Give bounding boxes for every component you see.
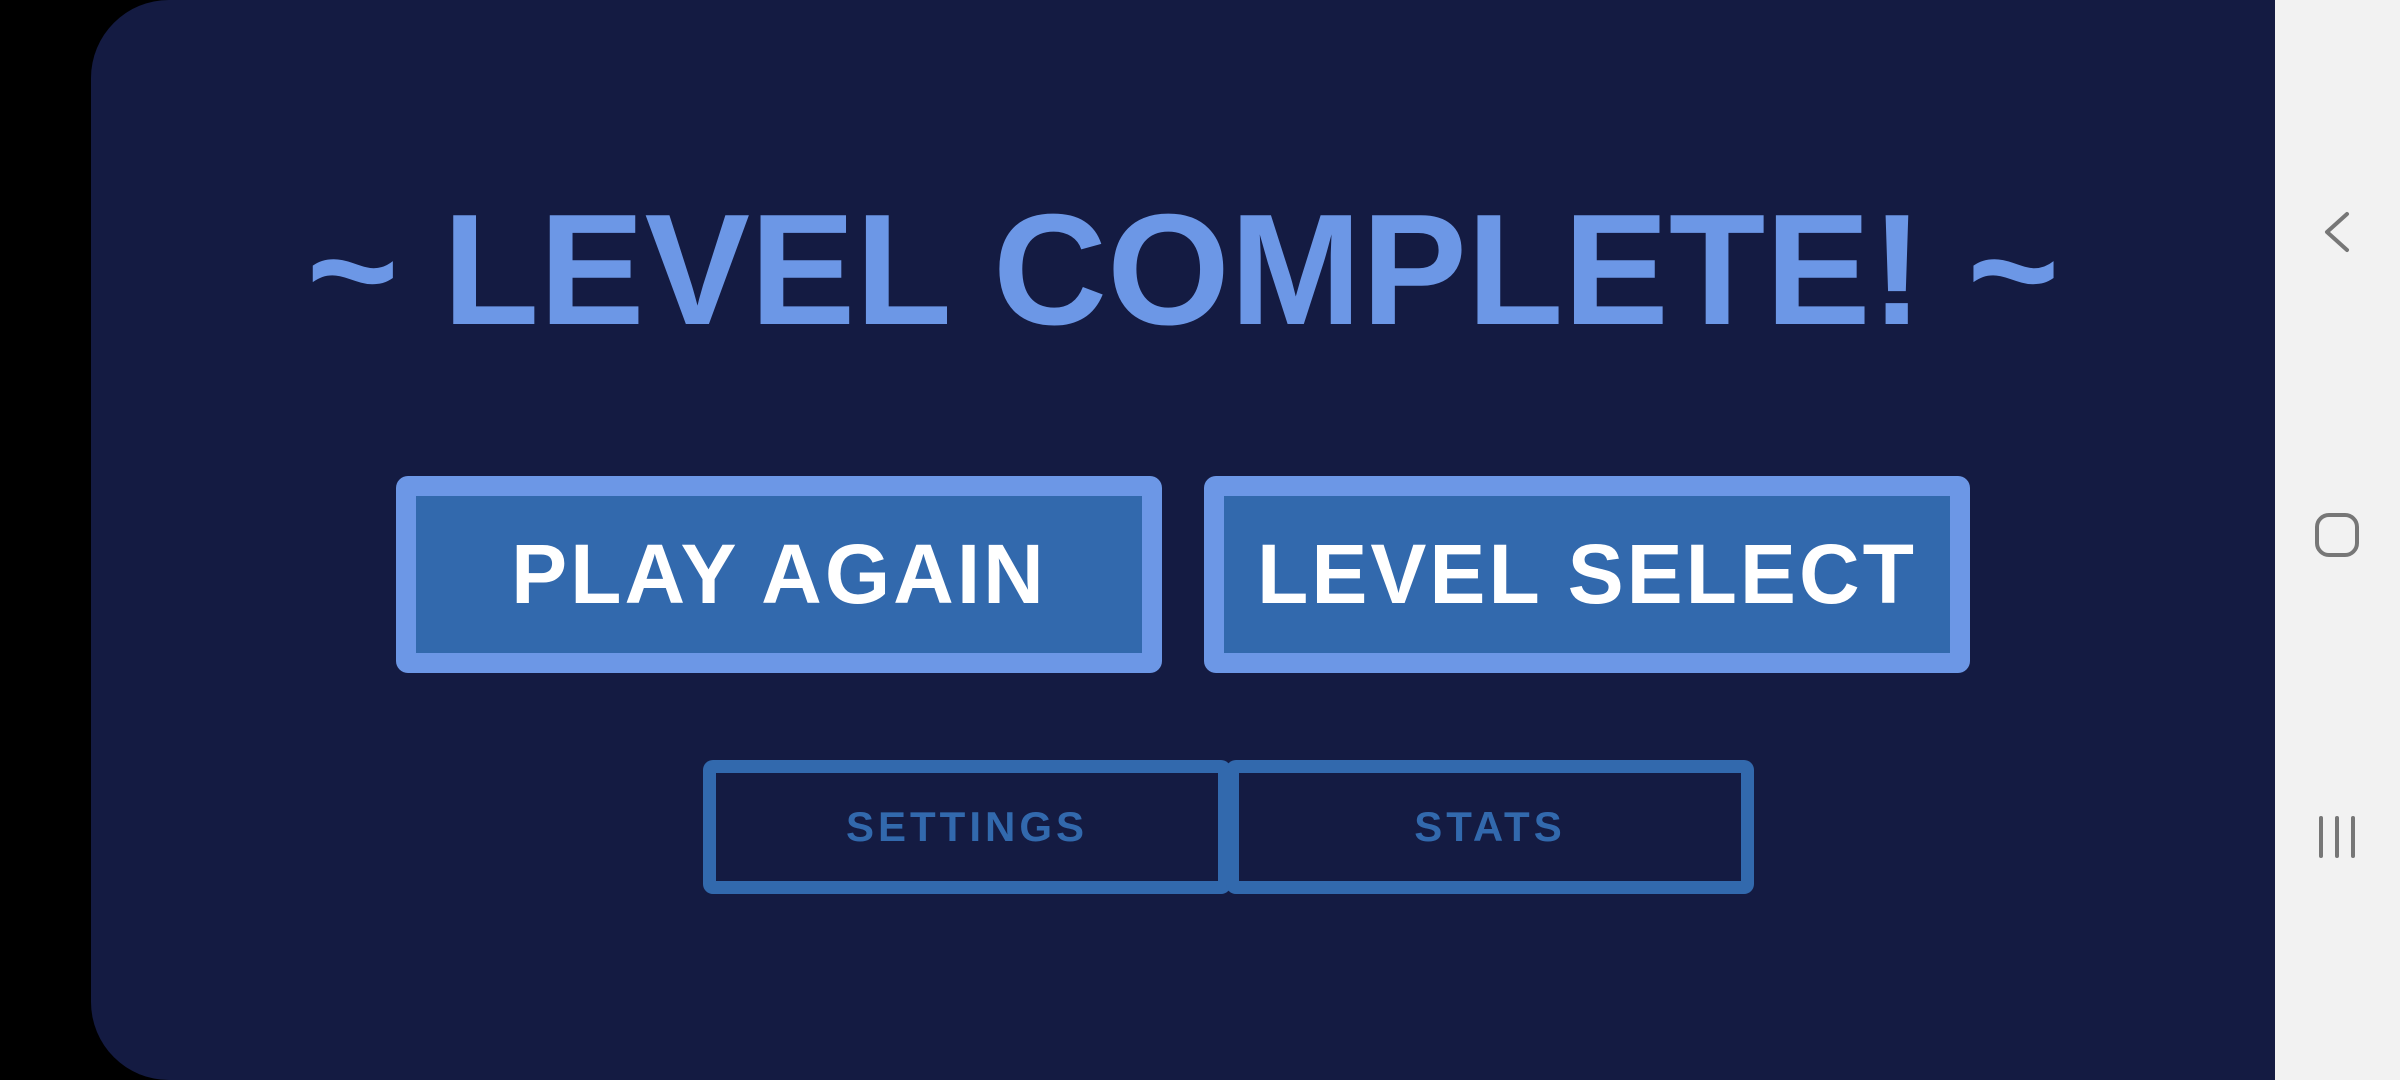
home-button[interactable] bbox=[2295, 493, 2379, 577]
recents-button[interactable] bbox=[2295, 795, 2379, 879]
back-button[interactable] bbox=[2295, 190, 2379, 274]
level-select-button[interactable]: LEVEL SELECT bbox=[1204, 476, 1970, 673]
home-icon bbox=[2315, 513, 2359, 557]
level-complete-screen: ~ LEVEL COMPLETE! ~ PLAY AGAIN LEVEL SEL… bbox=[91, 0, 2275, 1080]
play-again-label: PLAY AGAIN bbox=[511, 527, 1047, 621]
level-complete-title: ~ LEVEL COMPLETE! ~ bbox=[306, 182, 2060, 358]
settings-button[interactable]: SETTINGS bbox=[703, 760, 1231, 894]
play-again-button[interactable]: PLAY AGAIN bbox=[396, 476, 1162, 673]
system-navigation-bar bbox=[2275, 0, 2400, 1080]
recents-icon bbox=[2319, 816, 2355, 858]
stats-label: STATS bbox=[1414, 803, 1566, 850]
device-screen: ~ LEVEL COMPLETE! ~ PLAY AGAIN LEVEL SEL… bbox=[0, 0, 2400, 1080]
settings-label: SETTINGS bbox=[845, 803, 1089, 850]
level-select-label: LEVEL SELECT bbox=[1257, 527, 1917, 621]
back-icon bbox=[2325, 212, 2349, 252]
stats-button[interactable]: STATS bbox=[1226, 760, 1754, 894]
